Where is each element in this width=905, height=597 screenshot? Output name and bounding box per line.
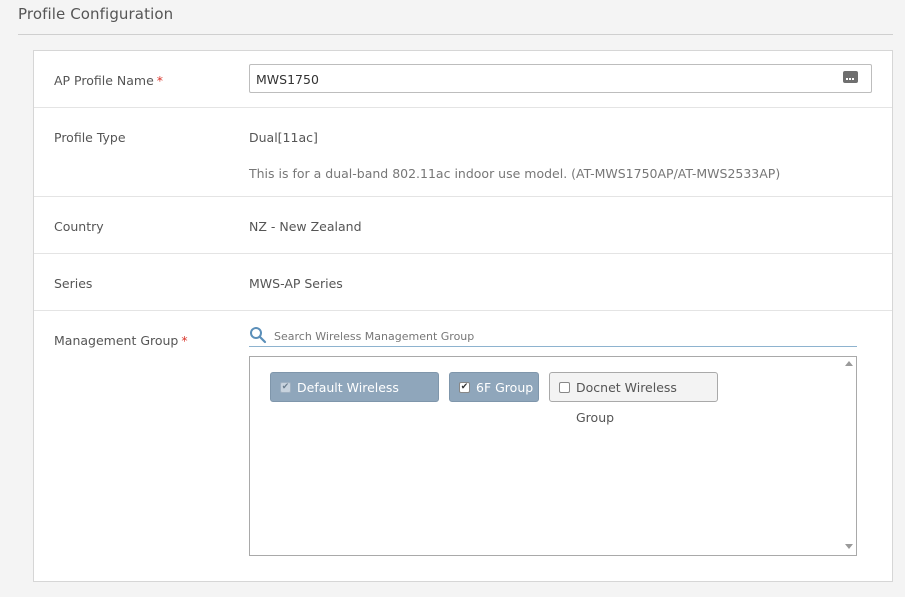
checkbox-default-wireless-group: ✔	[280, 382, 291, 393]
checkbox-docnet-wireless-group[interactable]	[559, 382, 570, 393]
ap-profile-name-input[interactable]: MWS1750	[249, 64, 872, 93]
page-title: Profile Configuration	[18, 5, 174, 23]
profile-type-row: Profile Type Dual[11ac] This is for a du…	[34, 108, 892, 197]
group-chip-docnet-wireless-group[interactable]: Docnet Wireless Group	[549, 372, 718, 425]
group-chip-label: Default Wireless Group	[297, 380, 399, 425]
scroll-up-arrow-icon[interactable]	[845, 361, 853, 366]
checkbox-6f-group[interactable]: ✔	[459, 382, 470, 393]
profile-type-value: Dual[11ac]	[249, 130, 318, 145]
management-group-row: Management Group * Search Wireless Manage…	[34, 311, 892, 581]
group-chip-label: 6F Group	[476, 380, 534, 395]
country-value: NZ - New Zealand	[249, 219, 362, 234]
group-chip-6f-group[interactable]: ✔ 6F Group	[449, 372, 539, 402]
management-group-list[interactable]: ✔ Default Wireless Group ✔ 6F Group Docn…	[249, 356, 857, 556]
profile-type-description: This is for a dual-band 802.11ac indoor …	[249, 166, 781, 181]
ap-profile-name-label: AP Profile Name *	[54, 73, 163, 88]
country-row: Country NZ - New Zealand	[34, 197, 892, 254]
title-divider	[18, 34, 893, 35]
ap-profile-name-value[interactable]: MWS1750	[256, 72, 319, 87]
management-group-label: Management Group *	[54, 333, 188, 348]
group-chip-label: Docnet Wireless Group	[576, 380, 677, 425]
ap-profile-name-row: AP Profile Name * MWS1750	[34, 51, 892, 108]
series-value: MWS-AP Series	[249, 276, 343, 291]
group-chip-default-wireless-group[interactable]: ✔ Default Wireless Group	[270, 372, 439, 425]
series-label: Series	[54, 276, 93, 291]
management-group-label-text: Management Group	[54, 333, 179, 348]
search-placeholder[interactable]: Search Wireless Management Group	[274, 330, 474, 343]
keyboard-icon[interactable]	[843, 71, 858, 83]
management-group-search[interactable]: Search Wireless Management Group	[249, 327, 857, 347]
scroll-down-arrow-icon[interactable]	[845, 544, 853, 549]
required-mark: *	[156, 73, 164, 88]
profile-config-card: AP Profile Name * MWS1750 Profile Type Du…	[33, 50, 893, 582]
profile-type-label: Profile Type	[54, 130, 126, 145]
country-label: Country	[54, 219, 104, 234]
series-row: Series MWS-AP Series	[34, 254, 892, 311]
search-icon	[250, 327, 267, 344]
required-mark: *	[181, 333, 188, 348]
ap-profile-name-label-text: AP Profile Name	[54, 73, 154, 88]
